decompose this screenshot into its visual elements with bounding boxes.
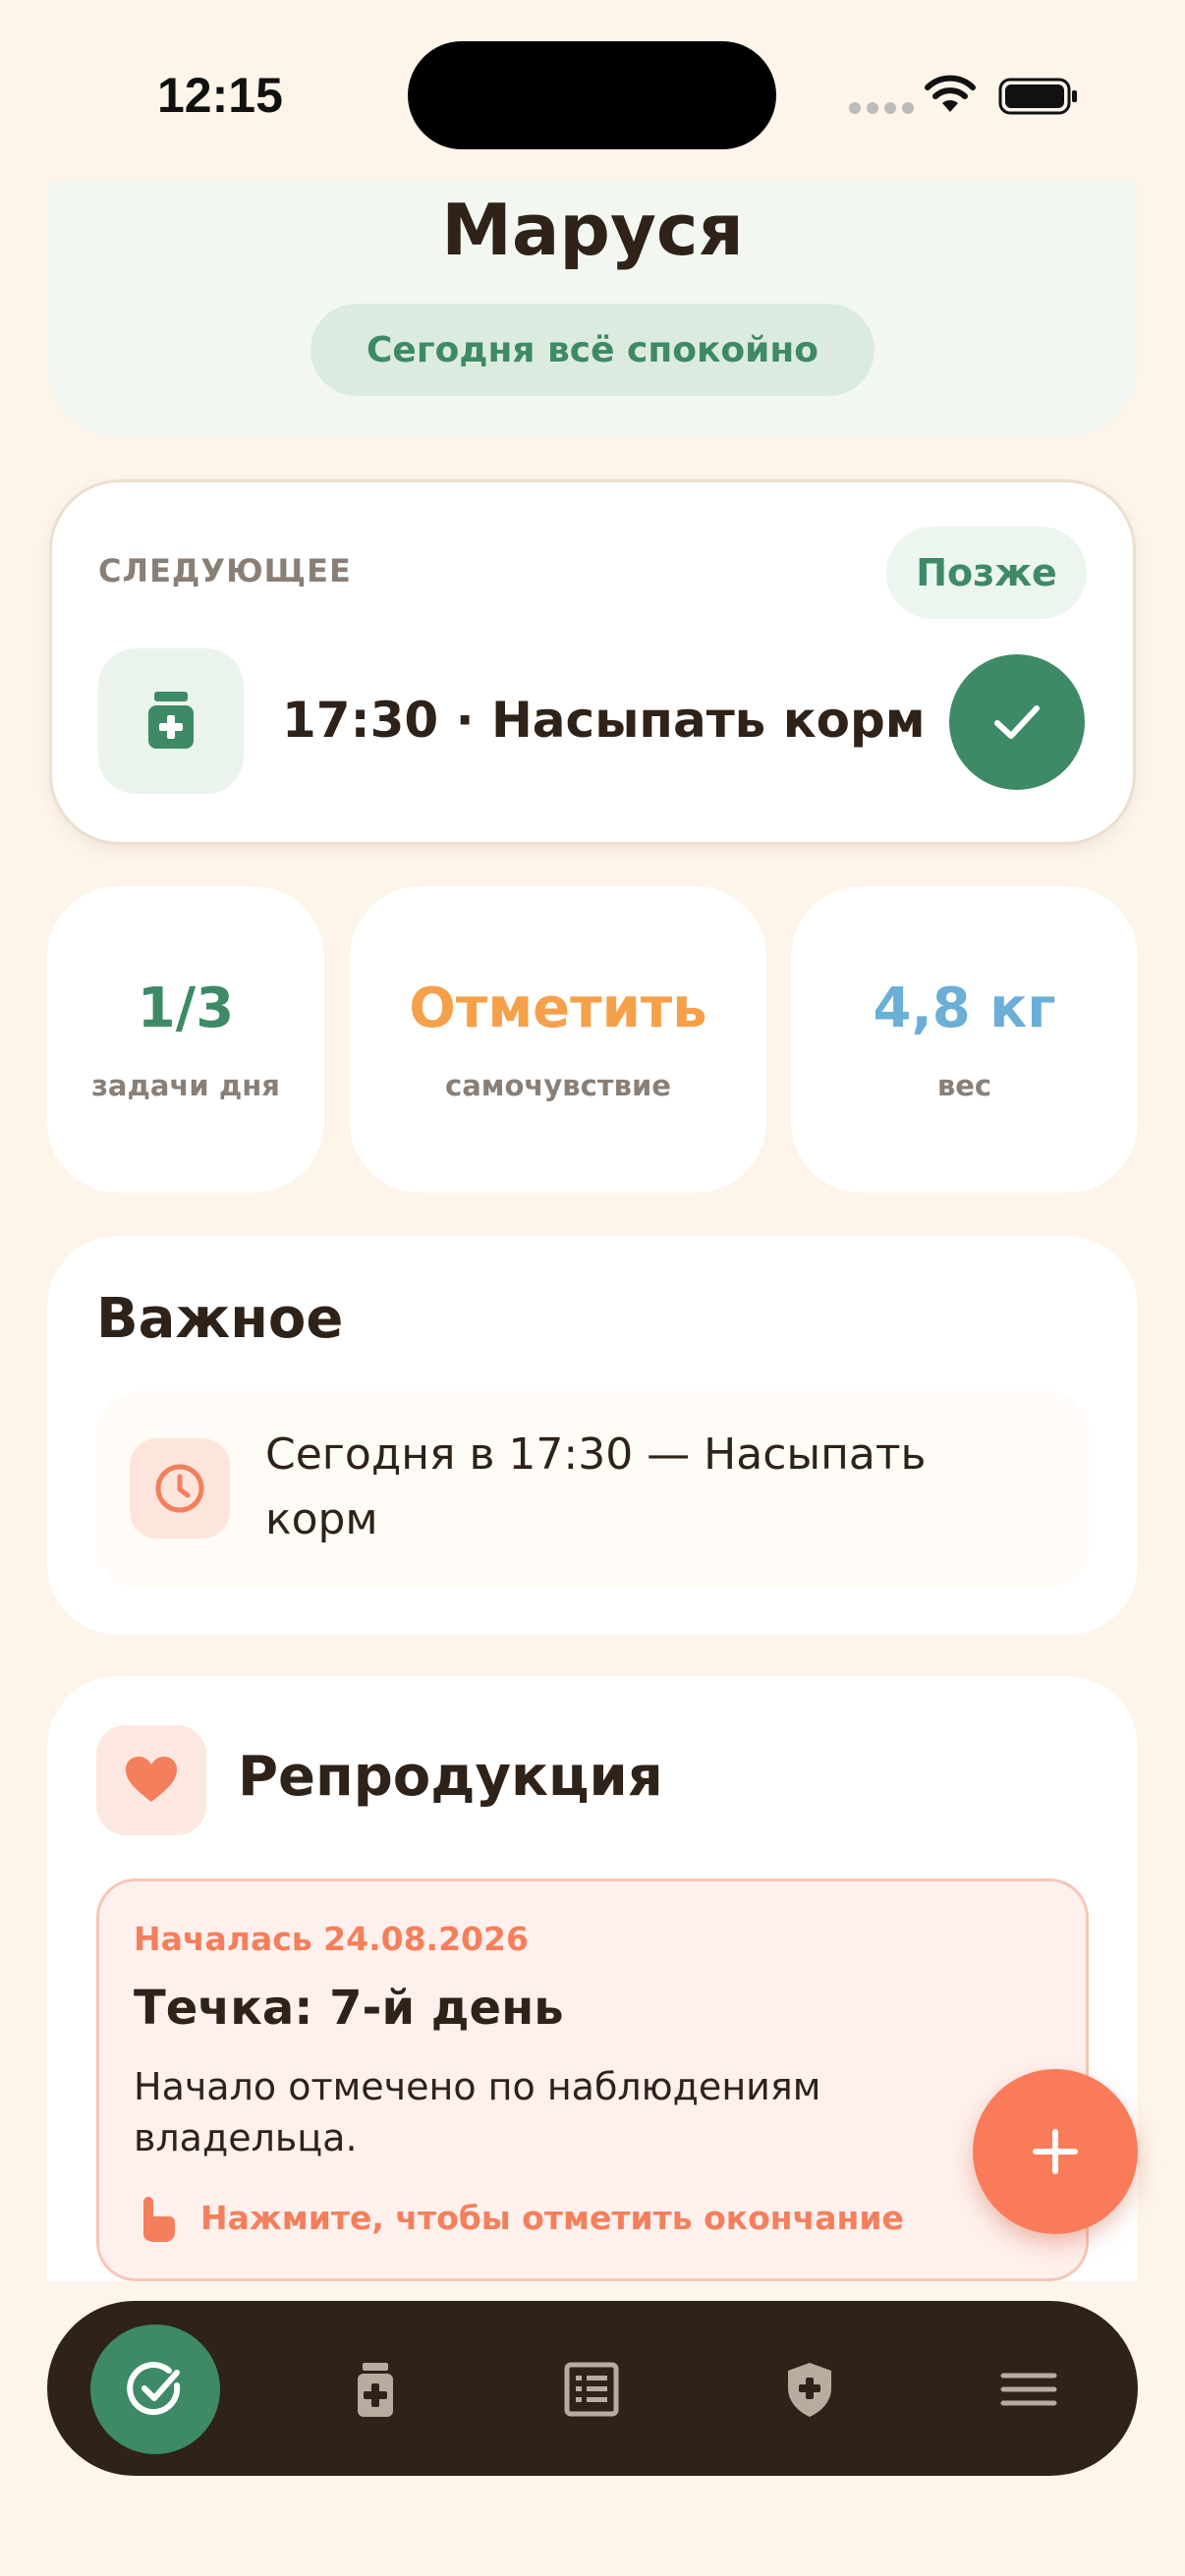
complete-task-button[interactable] [949,654,1085,790]
stat-value-weight: 4,8 кг [873,977,1056,1040]
clock-icon-box [130,1438,230,1539]
dynamic-island [408,41,776,149]
check-icon [994,705,1040,739]
stat-value-tasks: 1/3 [137,977,235,1040]
add-button[interactable] [973,2069,1138,2234]
nav-item-health[interactable] [745,2324,875,2454]
nav-item-medicine[interactable] [310,2324,440,2454]
estrus-description: Начало отмечено по наблюдениям владельца… [134,2065,821,2159]
mark-end-action[interactable]: Нажмите, чтобы отметить окончание [200,2199,904,2237]
heart-icon-box [96,1725,206,1835]
medicine-icon [358,2363,393,2417]
status-time: 12:15 [157,68,283,123]
list-icon [564,2362,619,2417]
menu-icon [1000,2373,1057,2406]
stat-card-tasks[interactable]: 1/3 задачи дня [47,886,324,1193]
plus-icon [1033,2129,1078,2174]
clock-icon [155,1464,204,1513]
reproduction-title: Репродукция [238,1745,663,1809]
shield-plus-icon [788,2363,831,2417]
estrus-title: Течка: 7-й день [134,1981,564,2036]
wifi-icon [925,75,976,112]
heart-icon [126,1757,177,1802]
battery-icon [998,78,1077,115]
check-circle-icon [127,2362,181,2416]
stat-label-tasks: задачи дня [91,1069,280,1102]
tap-hand-icon [143,2197,175,2242]
important-item-text: Сегодня в 17:30 — Насыпать корм [265,1429,927,1544]
later-button[interactable]: Позже [886,527,1087,619]
next-section-label: СЛЕДУЮЩЕЕ [98,552,352,589]
pet-status-badge: Сегодня всё спокойно [310,304,875,396]
stat-label-wellbeing: самочувствие [445,1069,671,1102]
stat-value-wellbeing: Отметить [409,977,707,1040]
estrus-start-date: Началась 24.08.2026 [134,1920,529,1958]
task-icon-box [98,648,244,794]
stat-card-weight[interactable]: 4,8 кг вес [791,886,1138,1193]
pet-name: Маруся [441,189,744,271]
next-task-text: 17:30 · Насыпать корм [282,692,926,749]
nav-item-today[interactable] [90,2324,220,2454]
medicine-icon [148,692,194,749]
important-title: Важное [96,1287,344,1351]
nav-item-list[interactable] [527,2324,656,2454]
stat-card-wellbeing[interactable]: Отметить самочувствие [350,886,766,1193]
nav-item-menu[interactable] [964,2324,1094,2454]
stat-label-weight: вес [936,1069,992,1102]
